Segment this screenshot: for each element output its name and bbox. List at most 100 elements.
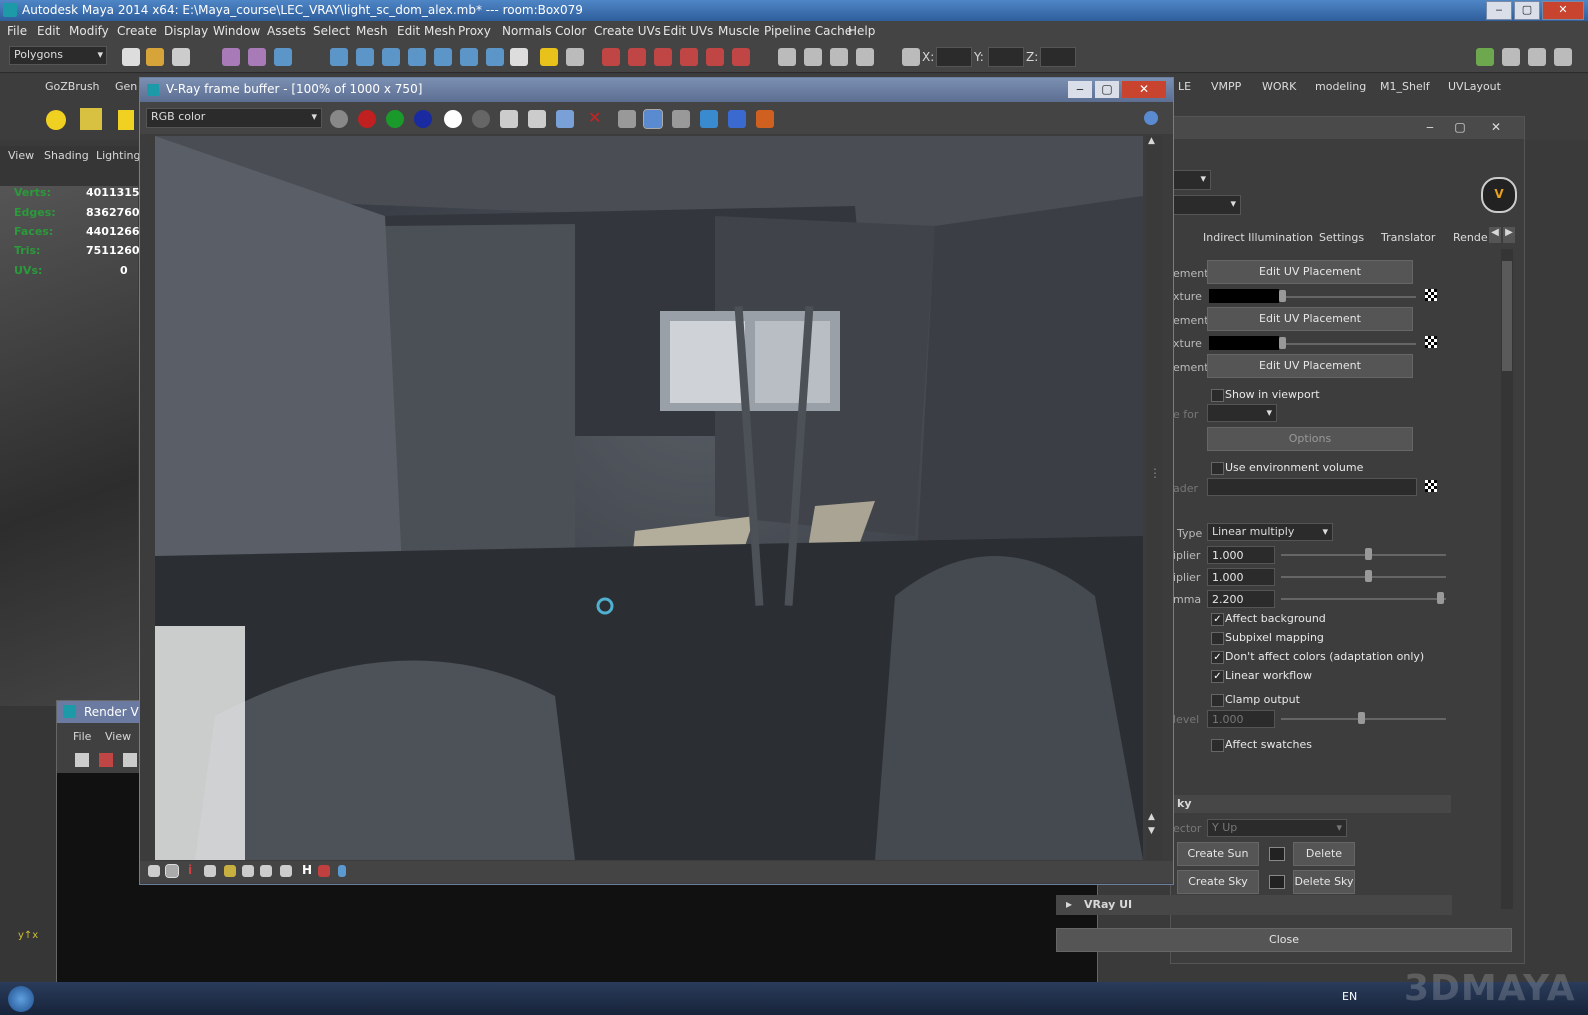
snapshot-icon[interactable]	[123, 753, 137, 767]
texture-map-icon[interactable]	[1425, 289, 1437, 301]
menu-create-uvs[interactable]: Create UVs	[594, 24, 661, 38]
attribute-scrollbar[interactable]	[1501, 249, 1513, 909]
viewport-menu-shading[interactable]: Shading	[44, 149, 89, 162]
tool-settings-icon[interactable]	[1502, 48, 1520, 66]
bright-multiplier-input[interactable]: 1.000	[1207, 568, 1275, 586]
render-view-menu-view[interactable]: View	[105, 730, 131, 743]
dark-multiplier-slider[interactable]	[1281, 554, 1446, 556]
menu-select[interactable]: Select	[313, 24, 350, 38]
create-sun-button[interactable]: Create Sun	[1177, 842, 1259, 866]
menu-display[interactable]: Display	[164, 24, 208, 38]
close-attribute-window-button[interactable]: Close	[1056, 928, 1512, 952]
shelf-tab-modeling[interactable]: modeling	[1315, 80, 1366, 93]
channel-selector[interactable]: RGB color ▾	[146, 108, 322, 128]
history-icon[interactable]	[148, 865, 160, 877]
snap-surface-icon[interactable]	[408, 48, 426, 66]
menu-edit-uvs[interactable]: Edit UVs	[663, 24, 713, 38]
gamma-input[interactable]: 2.200	[1207, 590, 1275, 608]
clamp-level-input[interactable]: 1.000	[1207, 710, 1275, 728]
load-image-icon[interactable]	[556, 110, 574, 128]
up-vector-selector[interactable]: Y Up ▾	[1207, 819, 1347, 837]
snap-curve-icon[interactable]	[356, 48, 374, 66]
minimize-icon[interactable]: ‒	[1419, 120, 1441, 136]
snap-point-icon[interactable]	[382, 48, 400, 66]
show-in-viewport-checkbox[interactable]	[1211, 389, 1224, 402]
subpixel-mapping-checkbox[interactable]	[1211, 632, 1224, 645]
delete-sun-button[interactable]: Delete Sun	[1293, 842, 1355, 882]
tab-scroll-left-icon[interactable]: ◀	[1489, 227, 1501, 243]
menu-window[interactable]: Window	[213, 24, 260, 38]
open-scene-icon[interactable]	[146, 48, 164, 66]
shader-map-icon[interactable]	[1425, 480, 1437, 492]
scroll-grip-icon[interactable]: ⋮	[1149, 466, 1161, 480]
edit-uv-placement-button-3[interactable]: Edit UV Placement	[1207, 354, 1413, 378]
gamma-slider[interactable]	[1281, 598, 1446, 600]
delete-sky-button[interactable]: Delete Sky	[1293, 870, 1355, 894]
scroll-up-icon[interactable]: ▲	[1148, 136, 1155, 146]
clear-image-icon[interactable]: ✕	[588, 108, 601, 127]
hsv-icon[interactable]: H	[302, 863, 312, 877]
gamma-slider-handle[interactable]	[1437, 592, 1444, 604]
red-channel-icon[interactable]	[358, 110, 376, 128]
region-render-icon[interactable]	[643, 109, 663, 129]
lut-icon[interactable]	[280, 865, 292, 877]
menu-file[interactable]: File	[7, 24, 27, 38]
lock-icon[interactable]	[540, 48, 558, 66]
shelf-tab-uvlayout[interactable]: UVLayout	[1448, 80, 1501, 93]
menu-create[interactable]: Create	[117, 24, 157, 38]
render-frame-icon[interactable]	[75, 753, 89, 767]
render-settings-icon[interactable]	[654, 48, 672, 66]
snap-grid-icon[interactable]	[330, 48, 348, 66]
texture-slider-handle[interactable]	[1279, 337, 1286, 349]
close-button[interactable]: ✕	[1542, 1, 1584, 20]
create-sky-button[interactable]: Create Sky	[1177, 870, 1259, 894]
vfb-vertical-scrollbar[interactable]: ▲ ⋮ ▲ ▼	[1146, 136, 1162, 860]
mode-selector[interactable]: Polygons ▾	[9, 46, 107, 65]
track-mouse-icon[interactable]	[618, 110, 636, 128]
select-sky-icon[interactable]	[1269, 875, 1285, 889]
help-icon[interactable]	[510, 48, 528, 66]
tab-settings[interactable]: Settings	[1319, 231, 1364, 244]
linear-workflow-checkbox[interactable]: ✓	[1211, 670, 1224, 683]
menu-pipeline-cache[interactable]: Pipeline Cache	[764, 24, 852, 38]
maximize-icon[interactable]: ▢	[1449, 120, 1471, 136]
pixel-aspect-icon[interactable]	[318, 865, 330, 877]
shelf-tab-m1-shelf[interactable]: M1_Shelf	[1380, 80, 1430, 93]
edit-uv-placement-button-2[interactable]: Edit UV Placement	[1207, 307, 1413, 331]
new-scene-icon[interactable]	[122, 48, 140, 66]
renderer-selector[interactable]: ▾	[1171, 170, 1211, 190]
channel-box-icon[interactable]	[1528, 48, 1546, 66]
shelf-tab-gozbrush[interactable]: GoZBrush	[45, 80, 100, 93]
dark-multiplier-slider-handle[interactable]	[1365, 548, 1372, 560]
menu-modify[interactable]: Modify	[69, 24, 109, 38]
use-environment-volume-checkbox[interactable]	[1211, 462, 1224, 475]
minimize-button[interactable]: ‒	[1486, 1, 1512, 20]
ipr-render-icon[interactable]	[628, 48, 646, 66]
select-object-icon[interactable]	[248, 48, 266, 66]
render-last-icon[interactable]	[672, 110, 690, 128]
select-hierarchy-icon[interactable]	[222, 48, 240, 66]
shelf-tab-le[interactable]: LE	[1178, 80, 1191, 93]
point-light-icon[interactable]	[118, 110, 134, 130]
color-correction-icon[interactable]	[700, 110, 718, 128]
scroll-up-icon[interactable]: ▲	[1148, 812, 1155, 822]
menu-muscle[interactable]: Muscle	[718, 24, 760, 38]
hypershade-icon[interactable]	[680, 48, 698, 66]
render-region-icon[interactable]	[566, 48, 584, 66]
panel-icon[interactable]	[856, 48, 874, 66]
shelf-tab-vmpp[interactable]: VMPP	[1211, 80, 1241, 93]
x-input[interactable]	[936, 47, 972, 67]
sky-section-header[interactable]: ky	[1171, 795, 1451, 813]
exposure-icon[interactable]	[260, 865, 272, 877]
preset-selector[interactable]: ▾	[1171, 195, 1241, 215]
input-icon[interactable]	[486, 48, 504, 66]
rgb-channel-icon[interactable]	[330, 110, 348, 128]
levels-icon[interactable]	[204, 865, 216, 877]
bright-multiplier-slider[interactable]	[1281, 576, 1446, 578]
texture-slider[interactable]	[1281, 296, 1416, 298]
transform-icon[interactable]	[902, 48, 920, 66]
vfb-minimize-button[interactable]: ‒	[1068, 81, 1092, 98]
clamp-output-checkbox[interactable]	[1211, 694, 1224, 707]
save-scene-icon[interactable]	[172, 48, 190, 66]
dont-affect-colors-checkbox[interactable]: ✓	[1211, 651, 1224, 664]
